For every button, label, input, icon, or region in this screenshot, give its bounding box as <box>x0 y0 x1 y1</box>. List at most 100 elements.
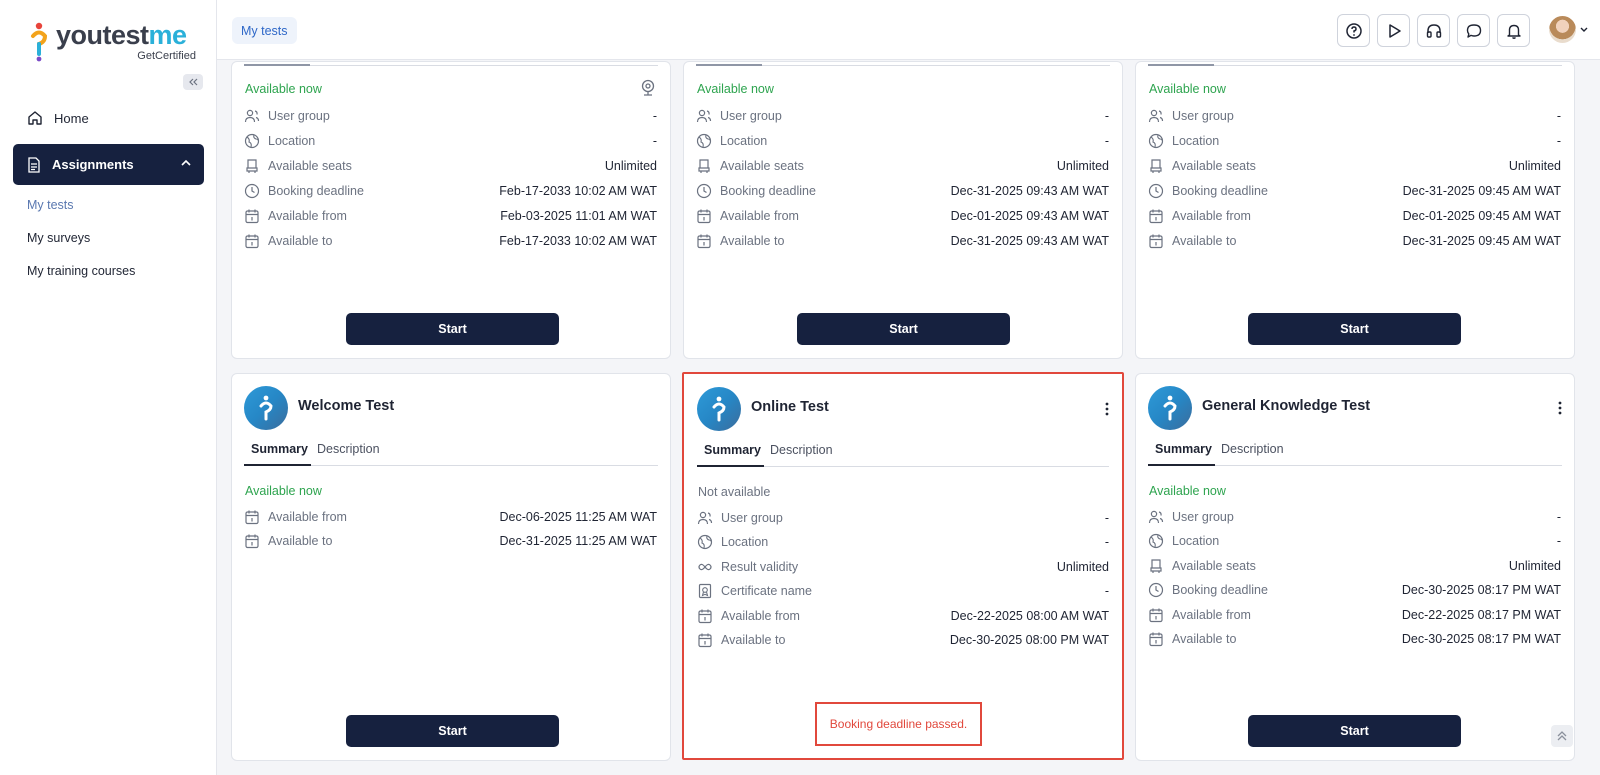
logo-tagline: GetCertified <box>137 50 196 62</box>
users-icon <box>1148 510 1164 524</box>
notifications-button[interactable] <box>1497 14 1530 47</box>
test-card: Available now User group - Location - Avai… <box>1135 61 1575 359</box>
globe-icon <box>696 133 712 149</box>
calendar-icon <box>1149 234 1163 249</box>
calendar-icon <box>1149 209 1163 224</box>
test-logo <box>1148 386 1192 430</box>
availability-status: Available now <box>245 484 322 498</box>
calendar-icon <box>1149 632 1163 647</box>
more-vertical-icon[interactable] <box>1105 402 1109 416</box>
detail-row-user-group: User group - <box>1148 107 1561 125</box>
card-tabs: Summary Description <box>1148 438 1562 466</box>
test-card-welcome: Welcome Test Summary Description Availab… <box>231 373 671 761</box>
sidebar-item-label: Home <box>54 110 89 126</box>
detail-row-available-to: Available to Dec-30-2025 08:17 PM WAT <box>1148 630 1561 648</box>
detail-row-seats: Available seats Unlimited <box>1148 157 1561 175</box>
youtestme-logo[interactable]: youtestme GetCertified <box>28 20 198 66</box>
tab-description[interactable]: Description <box>770 443 833 457</box>
user-avatar[interactable] <box>1549 16 1576 43</box>
top-header: My tests <box>217 0 1600 60</box>
test-title: General Knowledge Test <box>1202 398 1371 414</box>
sidebar-item-assignments[interactable]: Assignments <box>13 144 204 185</box>
globe-icon <box>1148 133 1164 149</box>
detail-row-available-from: Available from Dec-01-2025 09:43 AM WAT <box>696 207 1109 225</box>
sidebar-subitem-my-tests[interactable]: My tests <box>27 198 74 212</box>
start-button[interactable]: Start <box>797 313 1010 345</box>
logo-mark-icon <box>259 395 273 421</box>
tab-summary[interactable]: Summary <box>704 443 761 457</box>
calendar-icon <box>245 209 259 224</box>
test-title: Welcome Test <box>298 398 395 414</box>
calendar-icon <box>1149 608 1163 623</box>
help-button[interactable] <box>1337 14 1370 47</box>
infinity-icon <box>698 563 712 571</box>
calendar-icon <box>245 534 259 549</box>
calendar-icon <box>245 510 259 525</box>
start-button[interactable]: Start <box>1248 313 1461 345</box>
detail-row-user-group: User group - <box>1148 508 1561 526</box>
detail-row-user-group: User group - <box>696 107 1109 125</box>
seat-icon <box>698 159 710 173</box>
start-button[interactable]: Start <box>1248 715 1461 747</box>
test-card-general-knowledge: General Knowledge Test Summary Descripti… <box>1135 373 1575 761</box>
logo-wordmark: youtestme <box>56 20 187 50</box>
detail-row-booking-deadline: Booking deadline Dec-31-2025 09:43 AM WAT <box>696 182 1109 200</box>
detail-row-available-to: Available to Dec-30-2025 08:00 PM WAT <box>697 631 1109 649</box>
detail-row-available-from: Available from Feb-03-2025 11:01 AM WAT <box>244 207 657 225</box>
detail-row-available-to: Available to Dec-31-2025 09:45 AM WAT <box>1148 232 1561 250</box>
tab-description[interactable]: Description <box>317 442 380 456</box>
detail-row-available-from: Available from Dec-01-2025 09:45 AM WAT <box>1148 207 1561 225</box>
double-chevron-up-icon <box>1557 731 1567 741</box>
chevron-up-icon <box>181 159 191 166</box>
detail-row-available-from: Available from Dec-22-2025 08:00 AM WAT <box>697 607 1109 625</box>
availability-status: Not available <box>698 485 771 499</box>
play-icon <box>1388 23 1401 38</box>
scroll-to-top-button[interactable] <box>1551 725 1573 747</box>
sidebar-subitem-my-training-courses[interactable]: My training courses <box>27 264 135 278</box>
tab-underline <box>696 64 1110 66</box>
more-vertical-icon[interactable] <box>1558 401 1562 415</box>
test-logo <box>244 386 288 430</box>
double-chevron-left-icon <box>189 78 198 86</box>
detail-row-booking-deadline: Booking deadline Dec-30-2025 08:17 PM WAT <box>1148 581 1561 599</box>
active-tab-indicator <box>244 464 311 466</box>
home-icon <box>28 111 42 125</box>
chat-button[interactable] <box>1457 14 1490 47</box>
breadcrumb[interactable]: My tests <box>232 17 297 44</box>
detail-row-location: Location - <box>1148 132 1561 150</box>
collapse-sidebar-button[interactable] <box>183 74 203 90</box>
calendar-icon <box>245 234 259 249</box>
start-button[interactable]: Start <box>346 715 559 747</box>
detail-row-available-from: Available from Dec-06-2025 11:25 AM WAT <box>244 508 657 526</box>
card-tabs: Summary Description <box>697 439 1109 467</box>
detail-row-seats: Available seats Unlimited <box>244 157 657 175</box>
detail-row-location: Location - <box>697 533 1109 551</box>
calendar-icon <box>697 234 711 249</box>
sidebar-item-home[interactable]: Home <box>14 104 204 132</box>
users-icon <box>696 109 712 123</box>
sidebar-subitem-my-surveys[interactable]: My surveys <box>27 231 90 245</box>
detail-row-result-validity: Result validity Unlimited <box>697 558 1109 576</box>
clock-icon <box>696 183 712 199</box>
tab-summary[interactable]: Summary <box>251 442 308 456</box>
start-button[interactable]: Start <box>346 313 559 345</box>
globe-icon <box>244 133 260 149</box>
clock-icon <box>1148 582 1164 598</box>
sidebar: youtestme GetCertified Home Assignments … <box>0 0 217 775</box>
detail-row-location: Location - <box>244 132 657 150</box>
play-button[interactable] <box>1377 14 1410 47</box>
active-tab-indicator <box>697 465 764 467</box>
tab-summary[interactable]: Summary <box>1155 442 1212 456</box>
logo-mark-icon <box>1163 395 1177 421</box>
tab-description[interactable]: Description <box>1221 442 1284 456</box>
help-icon <box>1345 22 1362 39</box>
chevron-down-icon[interactable] <box>1579 26 1589 34</box>
webcam-icon <box>641 79 655 96</box>
support-button[interactable] <box>1417 14 1450 47</box>
globe-icon <box>697 534 713 550</box>
availability-status: Available now <box>245 82 322 96</box>
logo-mark-icon <box>31 22 48 62</box>
users-icon <box>244 109 260 123</box>
certificate-icon <box>698 583 712 599</box>
bell-icon <box>1506 24 1521 39</box>
